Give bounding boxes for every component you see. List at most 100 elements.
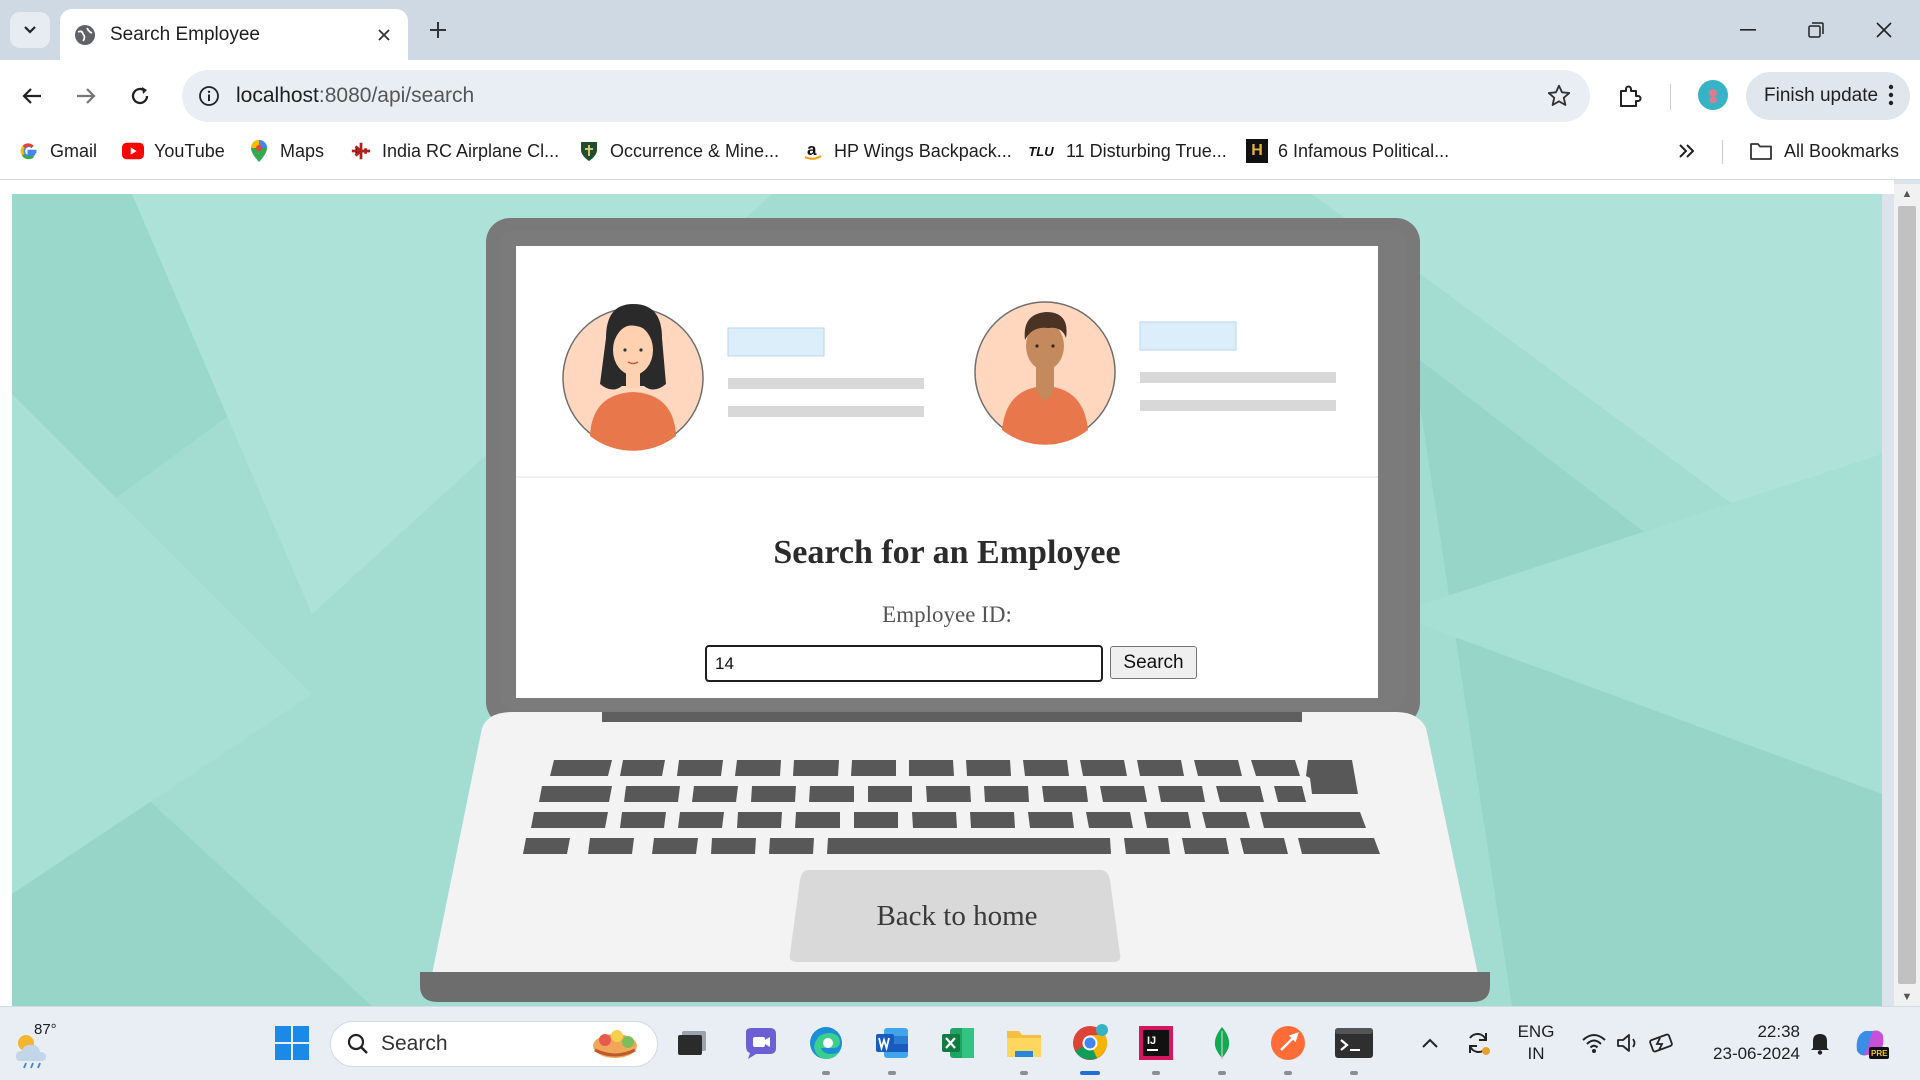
tlu-icon: TLU	[1028, 143, 1054, 159]
sync-status-button[interactable]	[1458, 1023, 1498, 1063]
copilot-button[interactable]: PRE	[1850, 1023, 1890, 1063]
intellij-button[interactable]: IJ	[1136, 1023, 1176, 1075]
excel-button[interactable]	[938, 1023, 978, 1063]
start-button[interactable]	[272, 1023, 312, 1063]
minimize-icon	[1740, 29, 1756, 31]
url-path: :8080/api/search	[318, 84, 475, 107]
bookmark-maps[interactable]: Maps	[248, 132, 324, 170]
windows-logo-icon	[275, 1026, 309, 1060]
windows-taskbar: 87° Search IJ ENG IN 22:38 23-06-2024 PR…	[0, 1006, 1920, 1080]
page-title: Search for an Employee	[773, 534, 1121, 571]
bookmark-label: HP Wings Backpack...	[834, 140, 1012, 161]
new-tab-button[interactable]	[422, 14, 454, 46]
copilot-icon: PRE	[1856, 1030, 1889, 1059]
bookmark-6-infamous-political[interactable]: H 6 Infamous Political...	[1246, 132, 1449, 170]
word-button[interactable]	[872, 1023, 912, 1075]
bookmark-gmail[interactable]: Gmail	[18, 132, 97, 170]
taskbar-search-box[interactable]: Search	[330, 1021, 658, 1067]
profile-cards-illustration	[516, 246, 1378, 478]
temperature: 87°	[34, 1021, 57, 1038]
back-nav-button[interactable]	[14, 78, 50, 114]
bookmark-occurrence-mine[interactable]: Occurrence & Mine...	[578, 132, 779, 170]
file-explorer-button[interactable]	[1004, 1023, 1044, 1075]
show-hidden-icons-button[interactable]	[1410, 1023, 1450, 1063]
close-icon	[1876, 22, 1892, 38]
reload-icon	[131, 87, 149, 105]
shield-icon	[578, 140, 600, 162]
restore-button[interactable]	[1786, 10, 1846, 50]
bookmark-india-rc-airplane[interactable]: India RC Airplane Cl...	[350, 132, 559, 170]
forward-nav-button[interactable]	[68, 78, 104, 114]
back-to-home-button[interactable]: Back to home	[802, 870, 1112, 962]
all-bookmarks-button[interactable]: All Bookmarks	[1748, 132, 1899, 170]
scrollbar-thumb[interactable]	[1898, 206, 1916, 984]
clock[interactable]: 22:38 23-06-2024	[1690, 1021, 1800, 1065]
finish-update-button[interactable]: Finish update	[1746, 72, 1910, 120]
bookmark-star-icon[interactable]	[1546, 83, 1572, 114]
address-bar[interactable]: localhost:8080/api/search	[182, 70, 1590, 122]
reload-button[interactable]	[122, 78, 158, 114]
search-button[interactable]: Search	[1110, 646, 1197, 679]
postman-icon	[1271, 1026, 1305, 1060]
task-view-icon	[678, 1031, 706, 1055]
weather-widget[interactable]: 87°	[12, 1021, 62, 1069]
postman-button[interactable]	[1268, 1023, 1308, 1075]
search-highlight-icon	[593, 1030, 637, 1058]
scroll-up-icon[interactable]: ▲	[1901, 189, 1913, 200]
notifications-button[interactable]	[1800, 1023, 1840, 1063]
running-indicator	[822, 1071, 830, 1075]
site-info-icon[interactable]	[196, 83, 222, 109]
running-indicator	[1284, 1071, 1292, 1075]
double-chevron-right-icon	[1679, 144, 1695, 158]
bell-icon	[1811, 1034, 1829, 1055]
chevron-up-icon	[1422, 1038, 1438, 1048]
all-bookmarks-label: All Bookmarks	[1784, 140, 1900, 161]
tab-search-button[interactable]	[10, 12, 50, 48]
more-menu-icon[interactable]	[1888, 84, 1894, 112]
page-scrollbar[interactable]: ▲ ▼	[1894, 184, 1920, 1006]
profile-picture-icon	[1709, 89, 1717, 103]
amazon-icon: a	[802, 140, 824, 162]
teams-chat-button[interactable]	[740, 1023, 780, 1063]
chat-icon	[746, 1028, 776, 1059]
running-indicator	[1152, 1071, 1160, 1075]
scroll-down-icon[interactable]: ▼	[1901, 992, 1913, 1003]
page-viewport: Search for an Employee Employee ID: Sear…	[12, 194, 1882, 1006]
laptop-screen: Search for an Employee Employee ID: Sear…	[516, 246, 1378, 698]
mongodb-compass-button[interactable]	[1202, 1023, 1242, 1075]
chrome-button[interactable]	[1070, 1023, 1110, 1075]
intellij-icon: IJ	[1139, 1026, 1173, 1060]
chevron-down-icon	[24, 26, 36, 34]
more-bookmarks-button[interactable]	[1678, 132, 1696, 170]
restore-icon	[1808, 22, 1824, 38]
folder-icon	[1007, 1031, 1041, 1057]
task-view-button[interactable]	[672, 1023, 712, 1063]
close-window-button[interactable]	[1854, 10, 1914, 50]
toolbar-divider	[1670, 84, 1671, 110]
tab-search-employee[interactable]: Search Employee	[60, 9, 408, 60]
employee-id-input[interactable]	[705, 645, 1103, 682]
edge-button[interactable]	[806, 1023, 846, 1075]
battery-button[interactable]	[1642, 1023, 1682, 1063]
profile-avatar[interactable]	[1698, 80, 1728, 110]
tab-title: Search Employee	[110, 23, 260, 45]
employee-avatars-illustration	[562, 301, 1336, 451]
word-icon	[876, 1028, 908, 1058]
bookmark-11-disturbing-true[interactable]: TLU 11 Disturbing True...	[1026, 132, 1226, 170]
running-indicator	[1218, 1071, 1226, 1075]
airplane-icon	[350, 140, 372, 162]
employee-id-label: Employee ID:	[882, 602, 1012, 627]
bookmark-label: Gmail	[50, 140, 98, 161]
minimize-button[interactable]	[1718, 10, 1778, 50]
input-language-indicator[interactable]: ENG IN	[1514, 1021, 1558, 1065]
excel-icon	[942, 1028, 974, 1058]
maps-icon	[248, 140, 270, 162]
bookmark-youtube[interactable]: YouTube	[122, 132, 225, 170]
bookmark-hp-wings-backpack[interactable]: a HP Wings Backpack...	[802, 132, 1012, 170]
close-tab-icon[interactable]	[374, 25, 394, 45]
mongodb-leaf-icon	[1214, 1027, 1230, 1059]
extensions-button[interactable]	[1612, 78, 1648, 114]
finish-update-label: Finish update	[1764, 85, 1879, 106]
terminal-button[interactable]	[1334, 1023, 1374, 1075]
bookmark-label: Occurrence & Mine...	[610, 140, 780, 161]
